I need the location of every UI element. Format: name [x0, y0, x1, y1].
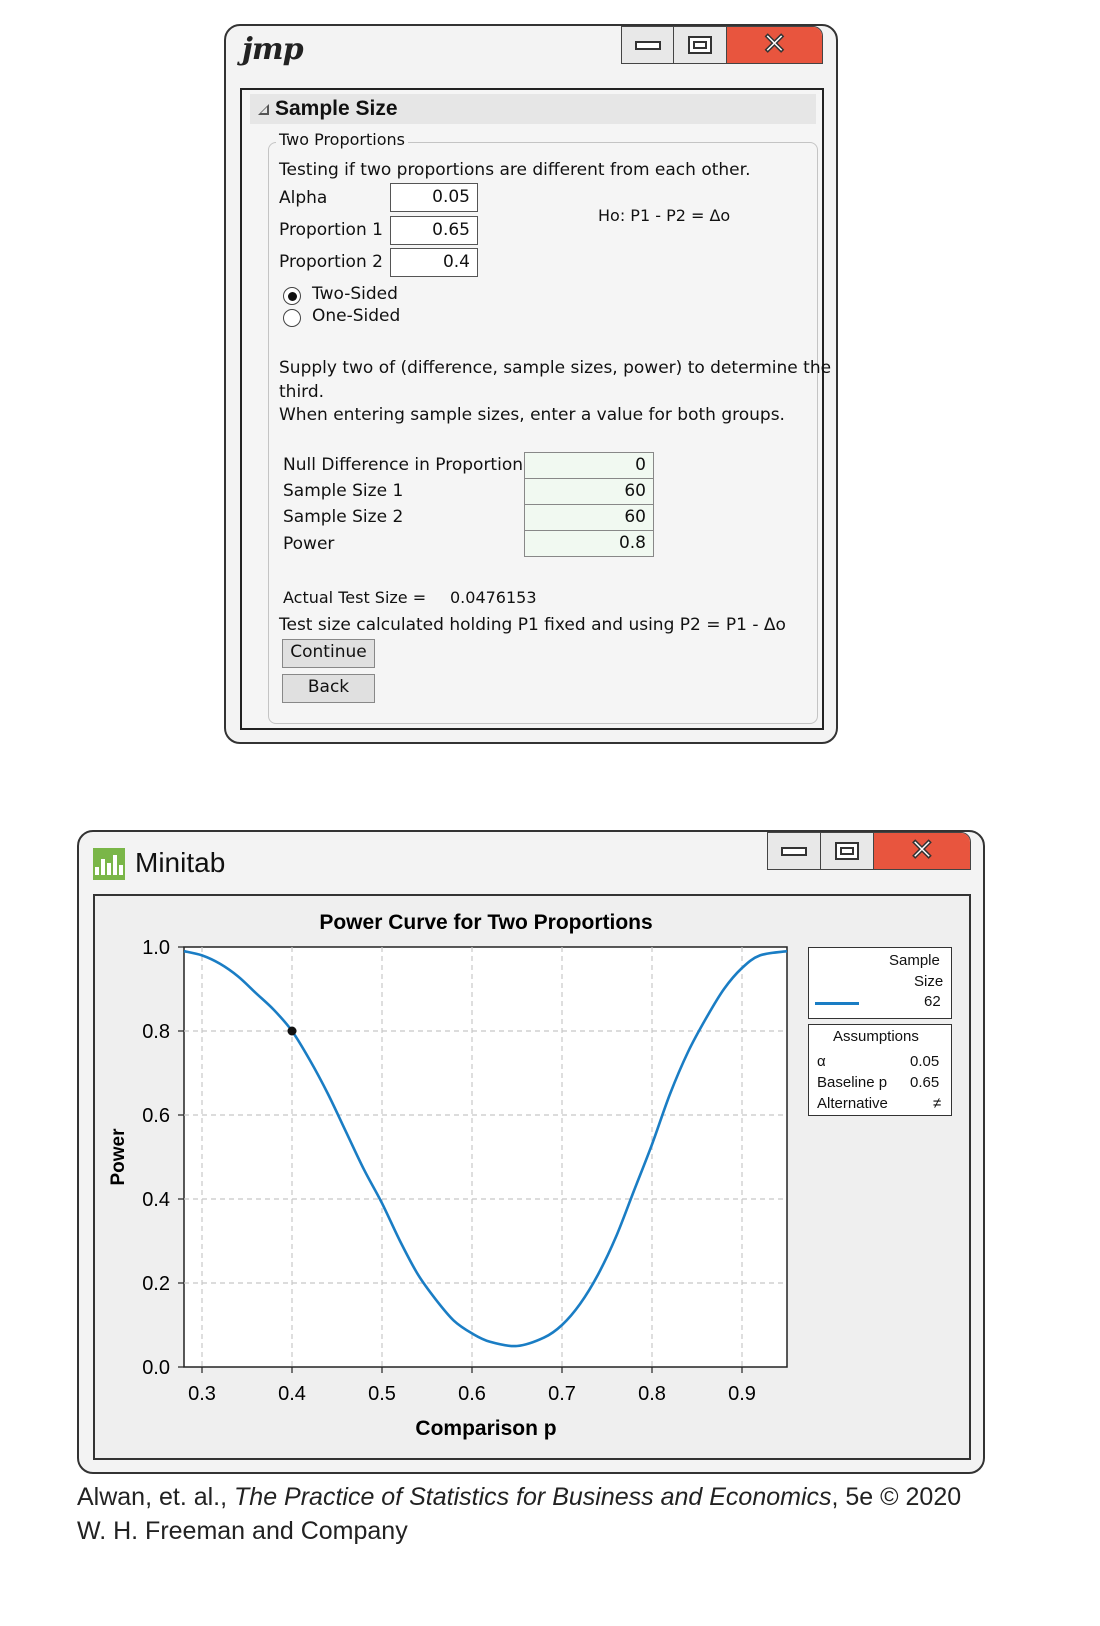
highlight-point	[287, 1026, 297, 1036]
x-tick-label: 0.4	[278, 1383, 306, 1405]
assumption-alpha-value: 0.05	[910, 1053, 940, 1070]
caption-book-title: The Practice of Statistics for Business …	[234, 1483, 832, 1511]
caption-suffix: , 5e © 2020	[831, 1483, 962, 1511]
legend-header-sample: Sample	[889, 952, 940, 969]
y-tick-label: 0.4	[142, 1189, 170, 1211]
y-tick-label: 0.0	[142, 1357, 170, 1379]
caption-prefix: Alwan, et. al.,	[77, 1483, 235, 1511]
assumption-baseline-value: 0.65	[910, 1074, 940, 1091]
y-tick-label: 0.2	[142, 1273, 170, 1295]
assumption-baseline-label: Baseline p	[817, 1074, 888, 1091]
power-curve-chart: Power Curve for Two Proportions 0.3 0.4 0.…	[108, 911, 788, 1440]
x-axis-label: Comparison p	[415, 1417, 556, 1440]
assumption-alpha-label: α	[817, 1053, 826, 1070]
figure-caption-line-1: Alwan, et. al., The Practice of Statisti…	[77, 1483, 961, 1512]
x-tick-label: 0.8	[638, 1383, 666, 1405]
figure-caption-line-2: W. H. Freeman and Company	[77, 1517, 408, 1545]
chart-title: Power Curve for Two Proportions	[319, 911, 652, 934]
assumptions-title: Assumptions	[833, 1028, 919, 1045]
y-tick-label: 1.0	[142, 937, 170, 959]
assumption-alternative-label: Alternative	[817, 1095, 888, 1112]
x-tick-label: 0.6	[458, 1383, 486, 1405]
x-tick-label: 0.7	[548, 1383, 576, 1405]
x-tick-label: 0.9	[728, 1383, 756, 1405]
y-axis-label: Power	[108, 1128, 129, 1186]
legend-line-swatch	[815, 1002, 859, 1005]
x-tick-label: 0.5	[368, 1383, 396, 1405]
assumption-alternative-value: ≠	[933, 1095, 942, 1112]
y-tick-label: 0.6	[142, 1105, 170, 1127]
x-tick-label: 0.3	[188, 1383, 216, 1405]
y-tick-label: 0.8	[142, 1021, 170, 1043]
legend-series-value: 62	[924, 993, 941, 1010]
legend-header-size: Size	[914, 973, 944, 990]
